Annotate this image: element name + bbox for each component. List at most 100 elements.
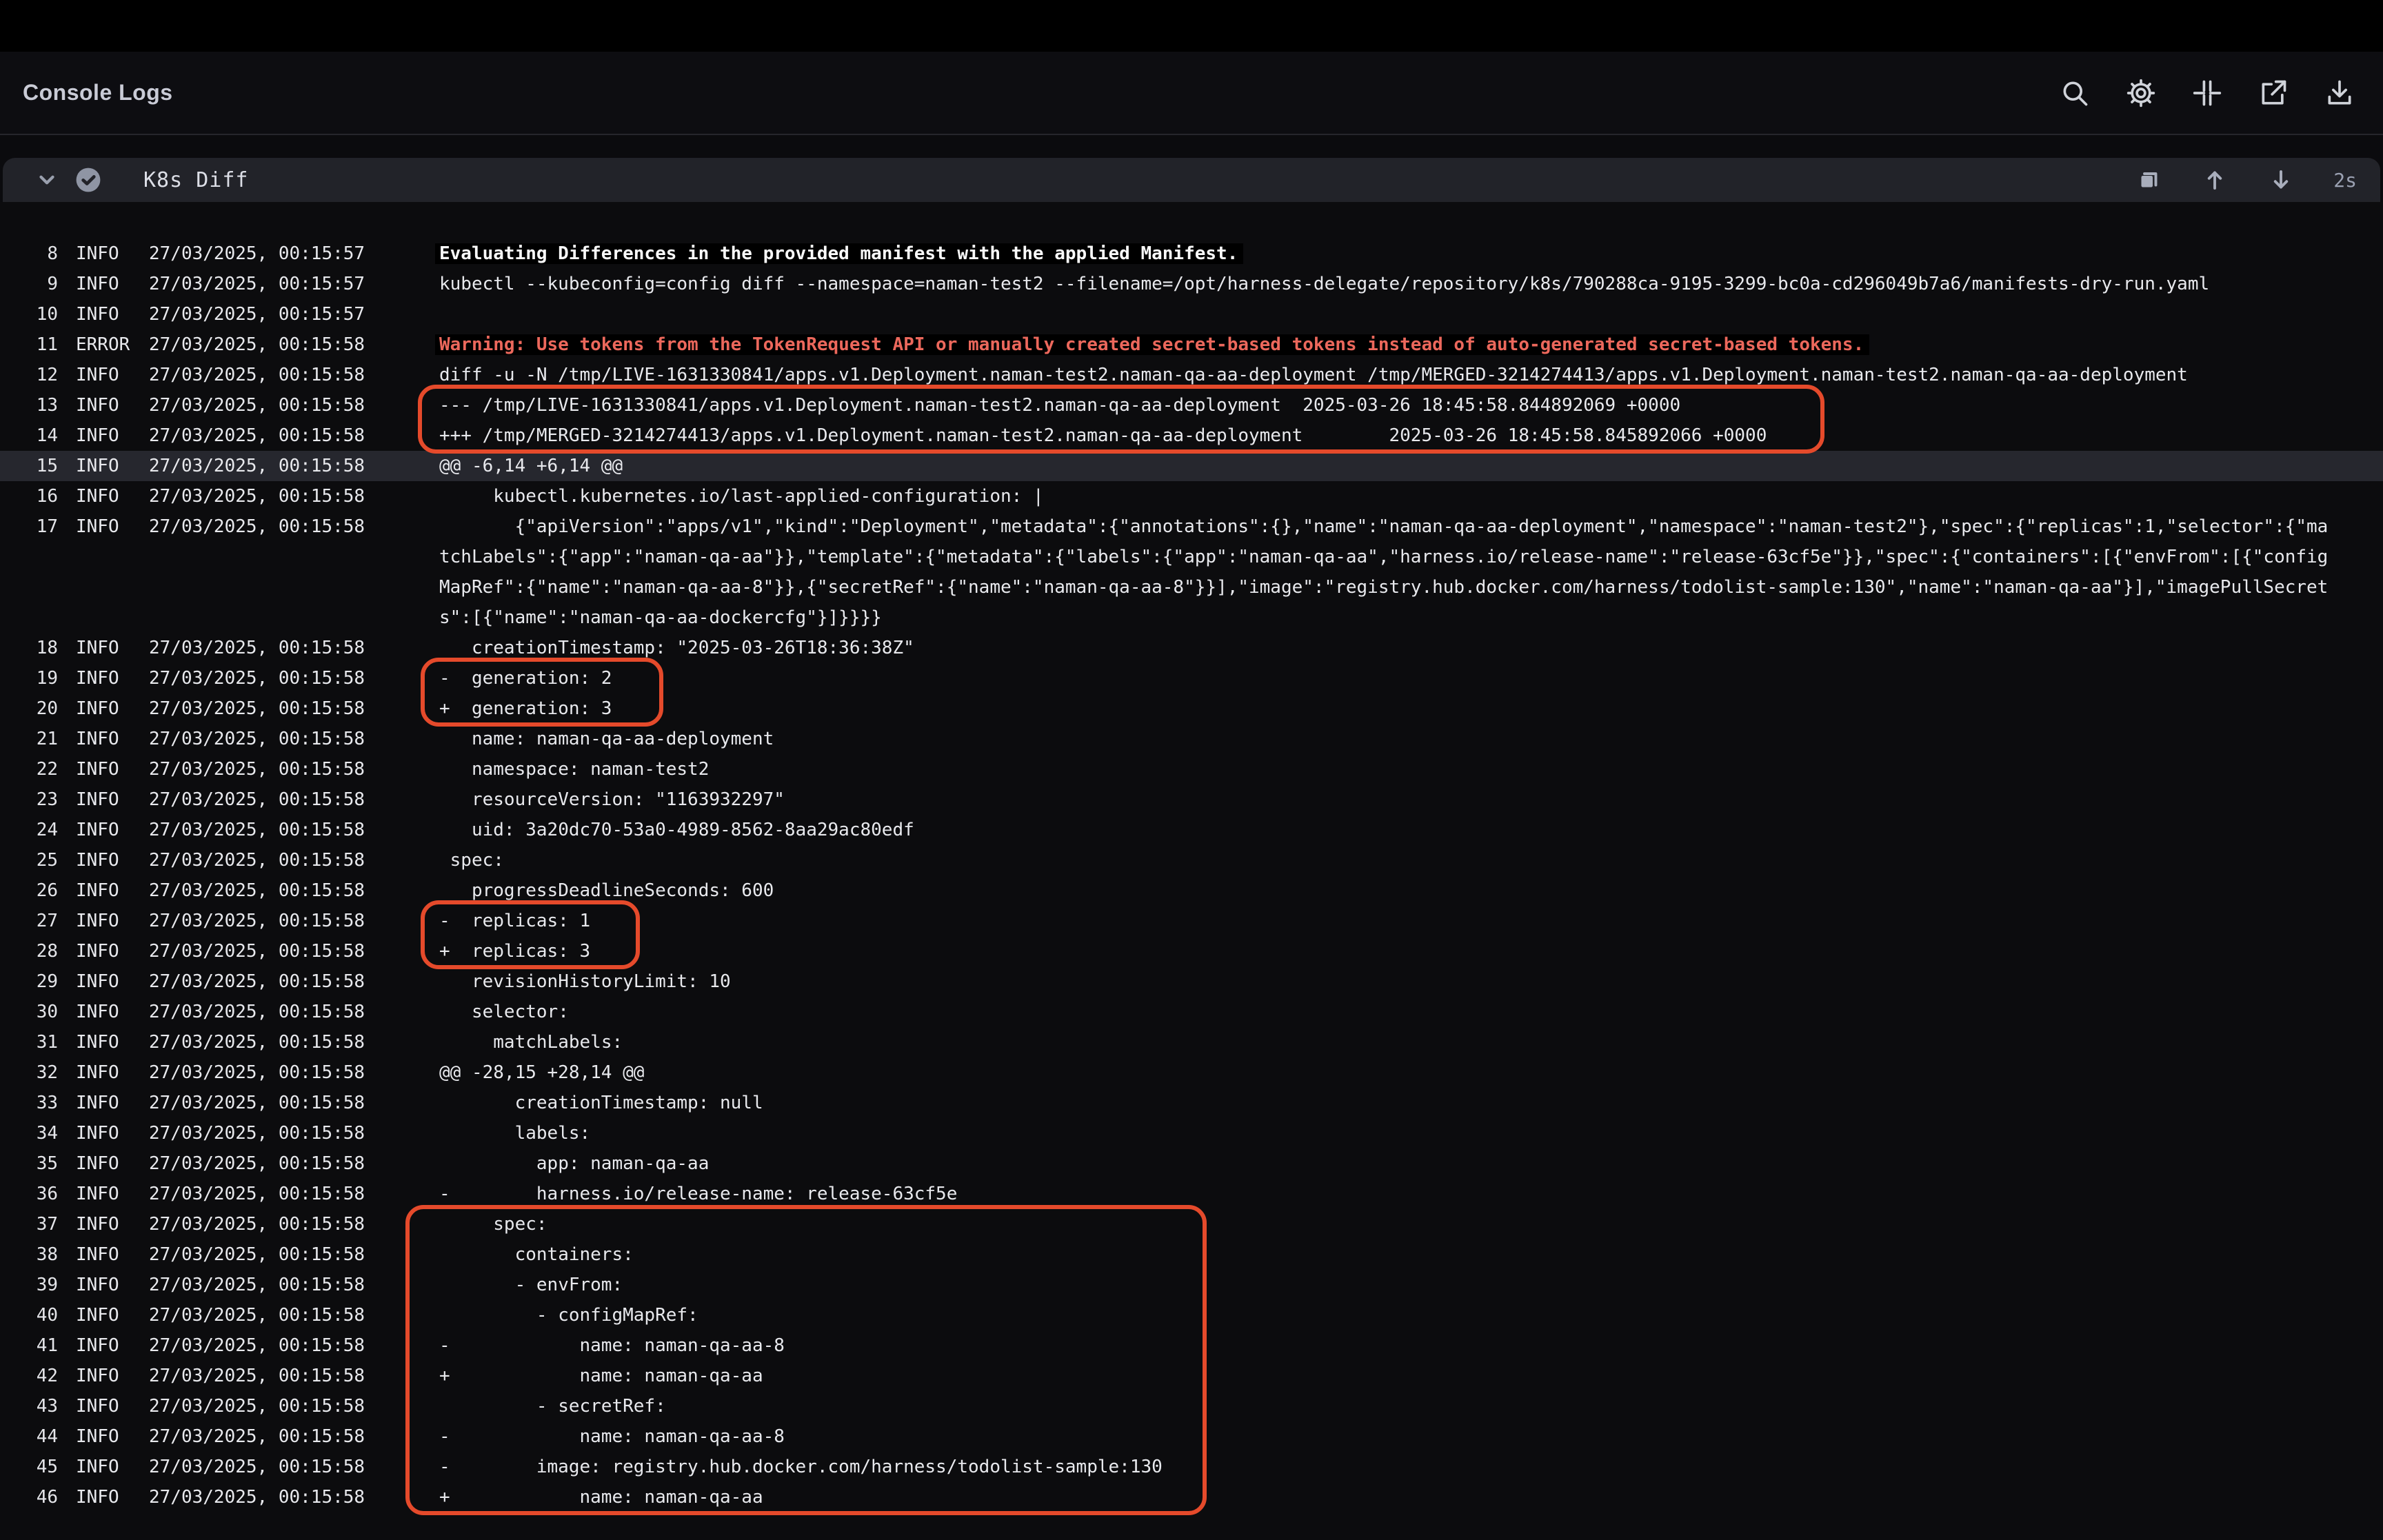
log-message: diff -u -N /tmp/LIVE-1631330841/apps.v1.… (439, 360, 2335, 390)
log-level: INFO (76, 1118, 149, 1148)
header-toolbar (2059, 52, 2355, 134)
log-row: 43INFO27/03/2025, 00:15:58 - secretRef: (0, 1391, 2383, 1421)
gear-icon[interactable] (2125, 77, 2157, 109)
log-message: revisionHistoryLimit: 10 (439, 966, 2335, 997)
log-message: kubectl.kubernetes.io/last-applied-confi… (439, 481, 2335, 511)
line-number: 9 (0, 269, 58, 299)
log-message: kubectl --kubeconfig=config diff --names… (439, 269, 2335, 299)
chevron-down-icon[interactable] (33, 166, 61, 194)
log-level: INFO (76, 1361, 149, 1391)
step-toolbar: 2s (2135, 158, 2357, 202)
log-row: 45INFO27/03/2025, 00:15:58- image: regis… (0, 1452, 2383, 1482)
step-title[interactable]: K8s Diff (143, 168, 249, 192)
log-timestamp: 27/03/2025, 00:15:58 (149, 1209, 376, 1239)
log-level: INFO (76, 1148, 149, 1179)
search-icon[interactable] (2059, 77, 2091, 109)
log-timestamp: 27/03/2025, 00:15:58 (149, 1148, 376, 1179)
log-timestamp: 27/03/2025, 00:15:57 (149, 239, 376, 269)
console-logs-header: Console Logs (0, 52, 2383, 135)
log-timestamp: 27/03/2025, 00:15:58 (149, 633, 376, 663)
line-number: 46 (0, 1482, 58, 1512)
log-message: uid: 3a20dc70-53a0-4989-8562-8aa29ac80ed… (439, 815, 2335, 845)
log-message: - envFrom: (439, 1270, 2335, 1300)
log-message: - generation: 2 (439, 663, 2335, 693)
log-message: progressDeadlineSeconds: 600 (439, 875, 2335, 906)
log-message: Evaluating Differences in the provided m… (439, 239, 2335, 269)
line-number: 14 (0, 421, 58, 451)
log-message: Warning: Use tokens from the TokenReques… (439, 330, 2335, 360)
copy-icon[interactable] (2135, 166, 2162, 194)
log-message: matchLabels: (439, 1027, 2335, 1057)
line-number: 17 (0, 511, 58, 542)
line-number: 45 (0, 1452, 58, 1482)
log-timestamp: 27/03/2025, 00:15:57 (149, 269, 376, 299)
line-number: 12 (0, 360, 58, 390)
log-timestamp: 27/03/2025, 00:15:58 (149, 1452, 376, 1482)
log-message: - replicas: 1 (439, 906, 2335, 936)
log-message: - configMapRef: (439, 1300, 2335, 1330)
log-level: INFO (76, 693, 149, 724)
log-message: + name: naman-qa-aa (439, 1482, 2335, 1512)
log-row: 13INFO27/03/2025, 00:15:58--- /tmp/LIVE-… (0, 390, 2383, 421)
log-message: creationTimestamp: "2025-03-26T18:36:38Z… (439, 633, 2335, 663)
log-timestamp: 27/03/2025, 00:15:58 (149, 663, 376, 693)
log-row: 12INFO27/03/2025, 00:15:58diff -u -N /tm… (0, 360, 2383, 390)
line-number: 30 (0, 997, 58, 1027)
log-timestamp: 27/03/2025, 00:15:58 (149, 845, 376, 875)
step-header-k8s-diff[interactable]: K8s Diff 2s (3, 158, 2380, 202)
log-row: 42INFO27/03/2025, 00:15:58+ name: naman-… (0, 1361, 2383, 1391)
log-message: --- /tmp/LIVE-1631330841/apps.v1.Deploym… (439, 390, 2335, 421)
log-timestamp: 27/03/2025, 00:15:58 (149, 1270, 376, 1300)
log-level: INFO (76, 299, 149, 330)
log-timestamp: 27/03/2025, 00:15:58 (149, 966, 376, 997)
log-message: {"apiVersion":"apps/v1","kind":"Deployme… (439, 511, 2335, 633)
log-level: INFO (76, 1027, 149, 1057)
top-bar (0, 0, 2383, 52)
log-row: 9INFO27/03/2025, 00:15:57kubectl --kubec… (0, 269, 2383, 299)
log-message: - image: registry.hub.docker.com/harness… (439, 1452, 2335, 1482)
arrow-up-icon[interactable] (2201, 166, 2229, 194)
log-row: 20INFO27/03/2025, 00:15:58+ generation: … (0, 693, 2383, 724)
line-number: 24 (0, 815, 58, 845)
log-message: - name: naman-qa-aa-8 (439, 1330, 2335, 1361)
log-row: 29INFO27/03/2025, 00:15:58 revisionHisto… (0, 966, 2383, 997)
collapse-icon[interactable] (2191, 77, 2223, 109)
log-timestamp: 27/03/2025, 00:15:58 (149, 936, 376, 966)
log-area[interactable]: 8INFO27/03/2025, 00:15:57Evaluating Diff… (0, 202, 2383, 1540)
log-row: 41INFO27/03/2025, 00:15:58- name: naman-… (0, 1330, 2383, 1361)
line-number: 11 (0, 330, 58, 360)
log-timestamp: 27/03/2025, 00:15:58 (149, 421, 376, 451)
line-number: 23 (0, 784, 58, 815)
log-message: labels: (439, 1118, 2335, 1148)
line-number: 27 (0, 906, 58, 936)
log-row: 26INFO27/03/2025, 00:15:58 progressDeadl… (0, 875, 2383, 906)
log-level: INFO (76, 390, 149, 421)
line-number: 43 (0, 1391, 58, 1421)
line-number: 18 (0, 633, 58, 663)
line-number: 40 (0, 1300, 58, 1330)
log-timestamp: 27/03/2025, 00:15:58 (149, 1088, 376, 1118)
line-number: 42 (0, 1361, 58, 1391)
line-number: 33 (0, 1088, 58, 1118)
log-level: INFO (76, 1482, 149, 1512)
log-timestamp: 27/03/2025, 00:15:58 (149, 1330, 376, 1361)
log-row: 44INFO27/03/2025, 00:15:58- name: naman-… (0, 1421, 2383, 1452)
log-level: INFO (76, 663, 149, 693)
log-level: ERROR (76, 330, 149, 360)
log-message: namespace: naman-test2 (439, 754, 2335, 784)
log-level: INFO (76, 845, 149, 875)
log-timestamp: 27/03/2025, 00:15:58 (149, 1239, 376, 1270)
log-message: - harness.io/release-name: release-63cf5… (439, 1179, 2335, 1209)
log-message: creationTimestamp: null (439, 1088, 2335, 1118)
log-message: - name: naman-qa-aa-8 (439, 1421, 2335, 1452)
log-row: 35INFO27/03/2025, 00:15:58 app: naman-qa… (0, 1148, 2383, 1179)
arrow-down-icon[interactable] (2267, 166, 2295, 194)
download-icon[interactable] (2324, 77, 2355, 109)
success-check-icon (73, 165, 103, 195)
log-timestamp: 27/03/2025, 00:15:58 (149, 693, 376, 724)
log-timestamp: 27/03/2025, 00:15:58 (149, 1118, 376, 1148)
external-link-icon[interactable] (2258, 77, 2289, 109)
line-number: 25 (0, 845, 58, 875)
log-timestamp: 27/03/2025, 00:15:58 (149, 1179, 376, 1209)
log-row: 17INFO27/03/2025, 00:15:58 {"apiVersion"… (0, 511, 2383, 633)
